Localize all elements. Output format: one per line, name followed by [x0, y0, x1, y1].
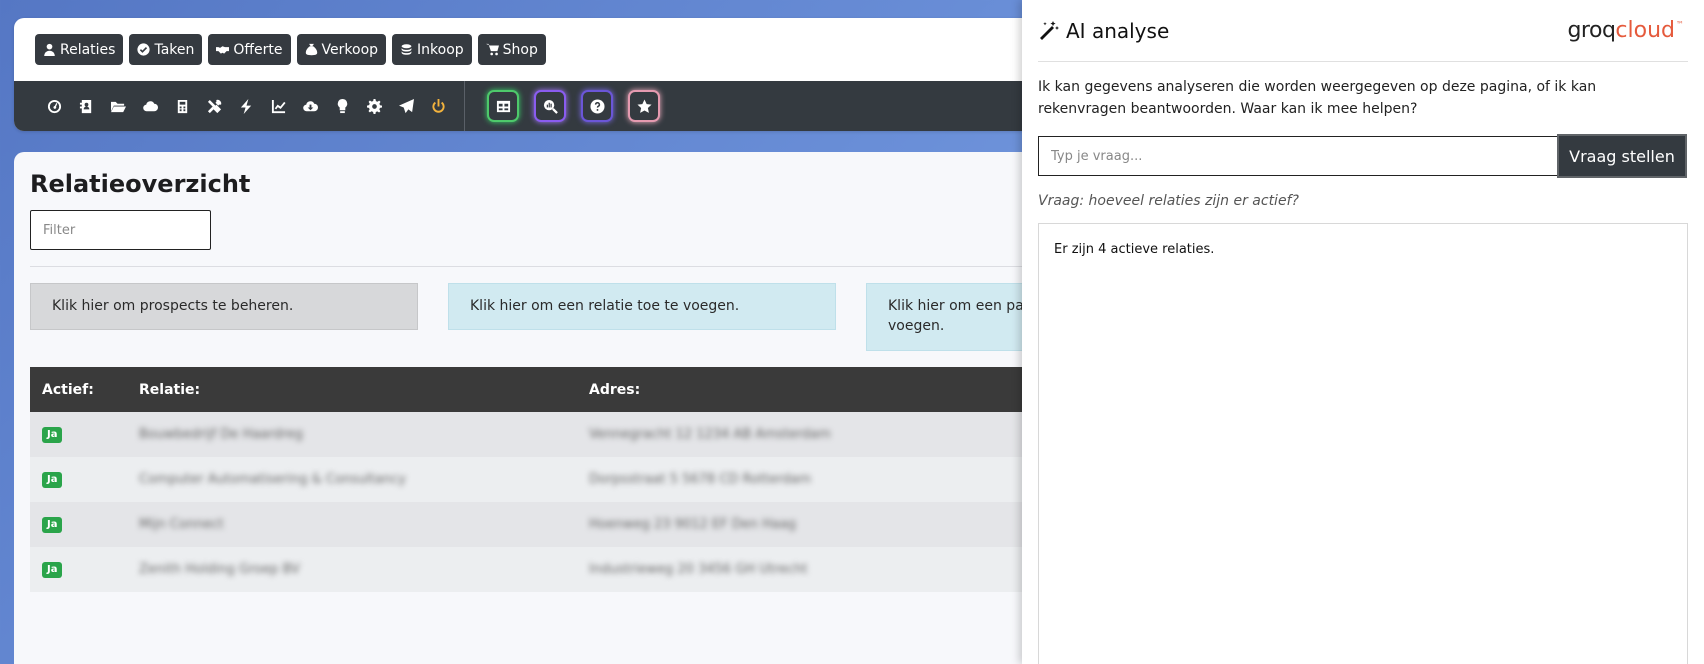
nav-button-relaties[interactable]: Relaties: [35, 34, 124, 65]
relation-address: Dorpsstraat 5 5678 CD Rotterdam: [589, 472, 812, 487]
logo-part-cloud: cloud: [1615, 18, 1675, 43]
star-icon: [636, 98, 652, 113]
relation-address: Vennegracht 12 1234 AB Amsterdam: [589, 427, 831, 442]
groqcloud-logo: groq cloud ™: [1567, 18, 1688, 43]
nav-button-label: Relaties: [60, 41, 116, 58]
relation-name: Computer Automatisering & Consultancy: [139, 472, 406, 487]
tools-icon[interactable]: [198, 90, 230, 122]
logo-trademark: ™: [1676, 20, 1684, 29]
ask-question-button[interactable]: Vraag stellen: [1557, 134, 1687, 178]
relations-table: Actief: Relatie: Adres: Ja Bouwbedrijf D…: [30, 367, 1054, 592]
divider: [30, 266, 1054, 267]
header-relation[interactable]: Relatie:: [127, 367, 577, 412]
ai-answer-box: Er zijn 4 actieve relaties.: [1038, 223, 1688, 664]
cloud-icon[interactable]: [134, 90, 166, 122]
nav-menu: Relaties Taken Offerte Verkoop Inkoop Sh…: [14, 18, 1054, 81]
lightbulb-icon[interactable]: [326, 90, 358, 122]
table-row[interactable]: Ja Bouwbedrijf De Haardreg Vennegracht 1…: [30, 412, 1054, 457]
paper-plane-icon[interactable]: [390, 90, 422, 122]
bolt-icon[interactable]: [230, 90, 262, 122]
help-button[interactable]: [581, 90, 613, 122]
add-relation-button[interactable]: Klik hier om een relatie toe te voegen.: [448, 283, 836, 330]
ai-title: AI analyse: [1038, 19, 1169, 43]
money-bag-icon: [305, 43, 317, 56]
address-book-icon[interactable]: [70, 90, 102, 122]
ai-panel-header: AI analyse groq cloud ™: [1038, 0, 1688, 62]
help-icon: [589, 98, 605, 114]
table-button[interactable]: [487, 90, 519, 122]
active-badge: Ja: [42, 472, 63, 488]
check-circle-icon: [137, 43, 151, 56]
nav-button-taken[interactable]: Taken: [129, 34, 203, 65]
user-icon: [44, 43, 55, 56]
nav-button-shop[interactable]: Shop: [477, 34, 546, 65]
cart-icon: [485, 43, 499, 56]
handshake-icon: [216, 46, 230, 54]
ai-panel: AI analyse groq cloud ™ Ik kan gegevens an…: [1022, 0, 1704, 664]
relation-name: Bouwbedrijf De Haardreg: [139, 427, 304, 442]
calculator-icon[interactable]: [166, 90, 198, 122]
relation-name: Zenith Holding Groep BV: [139, 562, 300, 577]
active-badge: Ja: [42, 517, 63, 533]
dashboard-icon[interactable]: [38, 90, 70, 122]
relation-address: Industrieweg 20 3456 GH Utrecht: [589, 562, 808, 577]
page-title: Relatieoverzicht: [30, 170, 251, 198]
table-row[interactable]: Ja Mijn Connect Hoenweg 23 9012 EF Den H…: [30, 502, 1054, 547]
favorites-button[interactable]: [628, 90, 660, 122]
gear-icon[interactable]: [358, 90, 390, 122]
active-badge: Ja: [42, 562, 63, 578]
toolbar: [14, 81, 1054, 131]
power-icon[interactable]: [422, 90, 454, 122]
search-chart-button[interactable]: [534, 90, 566, 122]
header-address[interactable]: Adres:: [577, 367, 1054, 412]
chart-line-icon[interactable]: [262, 90, 294, 122]
header-active[interactable]: Actief:: [30, 367, 127, 412]
folder-open-icon[interactable]: [102, 90, 134, 122]
ai-question-echo: Vraag: hoeveel relaties zijn er actief?: [1038, 193, 1299, 209]
filter-input[interactable]: [30, 210, 211, 250]
search-chart-icon: [543, 99, 558, 114]
coins-icon: [401, 44, 412, 55]
cloud-download-icon[interactable]: [294, 90, 326, 122]
nav-button-verkoop[interactable]: Verkoop: [296, 34, 387, 65]
ai-answer-text: Er zijn 4 actieve relaties.: [1054, 242, 1215, 257]
active-badge: Ja: [42, 427, 63, 443]
nav-button-label: Inkoop: [417, 41, 464, 58]
toolbar-icons: [38, 81, 454, 131]
nav-button-inkoop[interactable]: Inkoop: [392, 34, 472, 65]
ai-question-input[interactable]: [1038, 136, 1558, 176]
table-row[interactable]: Ja Zenith Holding Groep BV Industrieweg …: [30, 547, 1054, 592]
magic-wand-icon: [1040, 20, 1059, 40]
nav-button-label: Shop: [502, 41, 538, 58]
top-nav: Relaties Taken Offerte Verkoop Inkoop Sh…: [14, 18, 1054, 131]
nav-button-label: Verkoop: [321, 41, 379, 58]
relation-address: Hoenweg 23 9012 EF Den Haag: [589, 517, 797, 532]
relation-name: Mijn Connect: [139, 517, 224, 532]
content-card: Relatieoverzicht Klik hier om prospects …: [14, 152, 1054, 664]
nav-button-label: Taken: [154, 41, 195, 58]
logo-part-groq: groq: [1567, 18, 1616, 43]
ai-intro-text: Ik kan gegevens analyseren die worden we…: [1038, 79, 1597, 117]
table-row[interactable]: Ja Computer Automatisering & Consultancy…: [30, 457, 1054, 502]
table-header-row: Actief: Relatie: Adres:: [30, 367, 1054, 412]
toolbar-divider: [464, 81, 465, 131]
nav-button-label: Offerte: [233, 41, 283, 58]
nav-button-offerte[interactable]: Offerte: [208, 34, 291, 65]
ai-title-text: AI analyse: [1066, 18, 1170, 43]
table-icon: [496, 100, 510, 112]
manage-prospects-button[interactable]: Klik hier om prospects te beheren.: [30, 283, 418, 330]
quick-buttons: [487, 90, 660, 122]
